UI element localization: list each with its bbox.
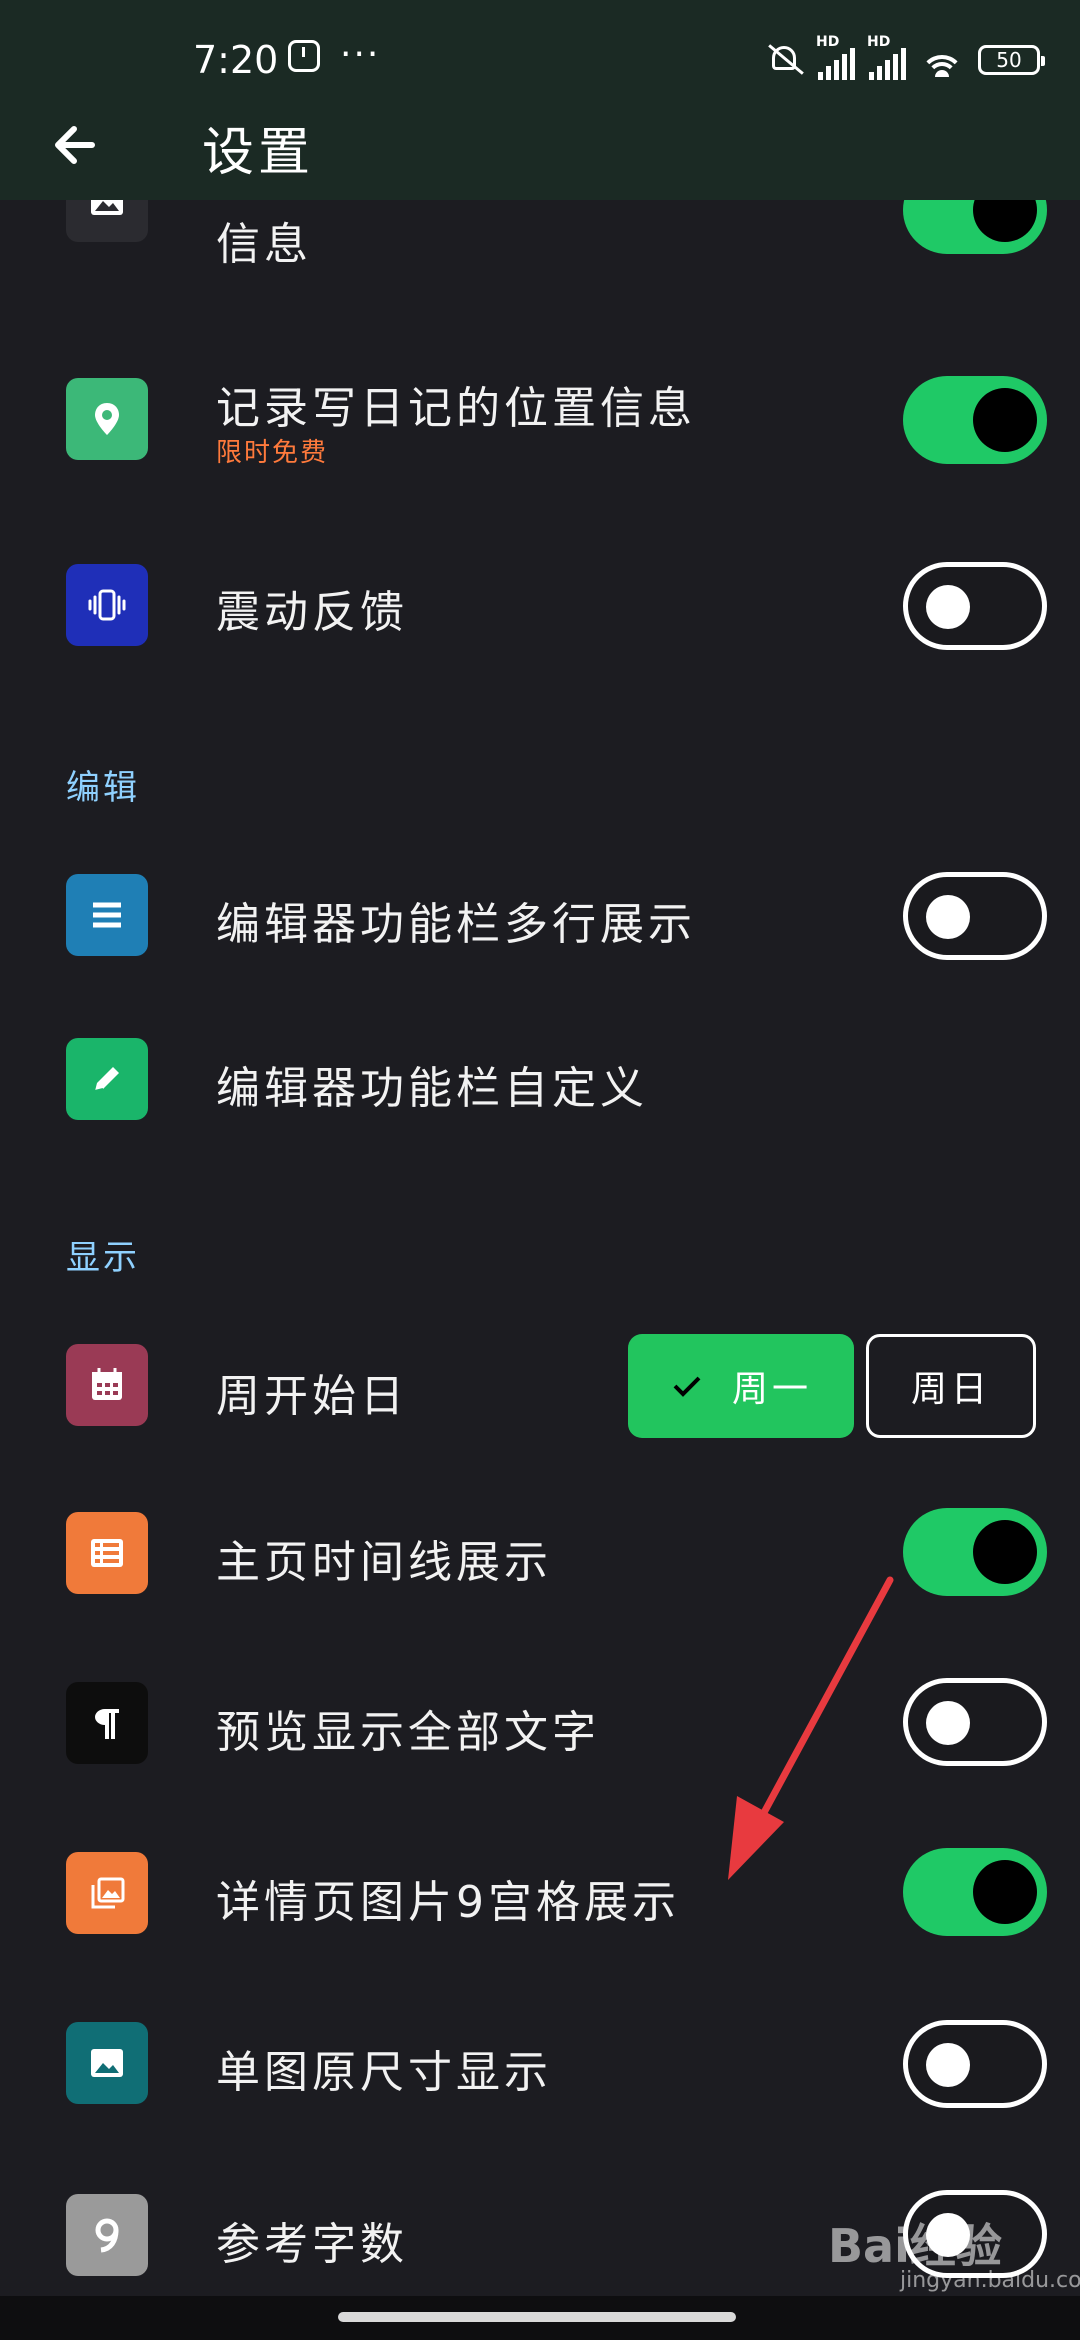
signal-icon: HD [816, 34, 855, 80]
home-indicator[interactable] [338, 2312, 736, 2322]
setting-row-week-start[interactable]: 周开始日 周一 周日 [0, 1334, 1080, 1464]
list-icon [66, 1512, 148, 1594]
vibration-icon [66, 564, 148, 646]
setting-row-single-image[interactable]: 单图原尺寸显示 [0, 2020, 1080, 2150]
app-top-bar: 7:20 ··· HD HD 50 设置 [0, 0, 1080, 200]
setting-label: 震动反馈 [216, 587, 408, 638]
page-title: 设置 [202, 123, 315, 183]
calendar-icon [66, 1344, 148, 1426]
setting-row-grid9[interactable]: 详情页图片9宫格展示 [0, 1848, 1080, 1978]
option-label: 周一 [731, 1369, 812, 1410]
section-title-display: 显示 [66, 1238, 140, 1278]
baidu-watermark-url: jingyan.baidu.com [900, 2268, 1080, 2293]
setting-label: 编辑器功能栏多行展示 [216, 899, 696, 950]
clock-icon [288, 40, 320, 72]
setting-label: 信息 [216, 219, 312, 270]
gallery-icon [66, 1852, 148, 1934]
more-notifications-icon: ··· [340, 34, 381, 75]
back-arrow-icon[interactable] [48, 115, 108, 175]
setting-label: 编辑器功能栏自定义 [216, 1063, 648, 1114]
status-icons: HD HD 50 [766, 34, 1045, 80]
nine-icon [66, 2194, 148, 2276]
vibration-toggle[interactable] [903, 562, 1047, 650]
check-icon [673, 1376, 701, 1397]
setting-label: 详情页图片9宫格展示 [216, 1877, 680, 1928]
section-title-edit: 编辑 [66, 768, 140, 808]
promo-badge: 限时免费 [216, 438, 329, 468]
setting-label: 预览显示全部文字 [216, 1707, 600, 1758]
week-start-monday-option[interactable]: 周一 [628, 1334, 854, 1438]
image-icon [66, 2022, 148, 2104]
toolbar-multiline-toggle[interactable] [903, 872, 1047, 960]
setting-row-preview-all[interactable]: 预览显示全部文字 [0, 1678, 1080, 1808]
setting-label: 主页时间线展示 [216, 1537, 552, 1588]
option-label: 周日 [910, 1369, 991, 1410]
location-pin-icon [66, 378, 148, 460]
signal-icon: HD [867, 34, 906, 80]
menu-lines-icon [66, 874, 148, 956]
single-image-toggle[interactable] [903, 2020, 1047, 2108]
setting-row-timeline[interactable]: 主页时间线展示 [0, 1508, 1080, 1638]
setting-row-toolbar-custom[interactable]: 编辑器功能栏自定义 [0, 1036, 1080, 1166]
signal-hd-label: HD [816, 34, 840, 50]
silent-bell-icon [766, 42, 804, 78]
location-toggle[interactable] [903, 376, 1047, 464]
paragraph-icon [66, 1682, 148, 1764]
signal-hd-label: HD [867, 34, 891, 50]
timeline-toggle[interactable] [903, 1508, 1047, 1596]
setting-row-vibration[interactable]: 震动反馈 [0, 560, 1080, 690]
baidu-watermark: Bai经验 [828, 2219, 1002, 2273]
setting-label: 周开始日 [216, 1371, 408, 1422]
setting-row-toolbar-multiline[interactable]: 编辑器功能栏多行展示 [0, 872, 1080, 1002]
grid9-toggle[interactable] [903, 1848, 1047, 1936]
setting-label: 参考字数 [216, 2219, 408, 2270]
setting-label: 记录写日记的位置信息 [216, 383, 696, 434]
wifi-icon [920, 43, 964, 77]
week-start-sunday-option[interactable]: 周日 [866, 1334, 1036, 1438]
setting-label: 单图原尺寸显示 [216, 2047, 552, 2098]
setting-row-location[interactable]: 记录写日记的位置信息 限时免费 [0, 360, 1080, 500]
annotation-arrow [728, 1576, 894, 1880]
preview-all-toggle[interactable] [903, 1678, 1047, 1766]
status-time: 7:20 [193, 38, 279, 82]
battery-icon: 50 [978, 45, 1045, 75]
pencil-icon [66, 1038, 148, 1120]
